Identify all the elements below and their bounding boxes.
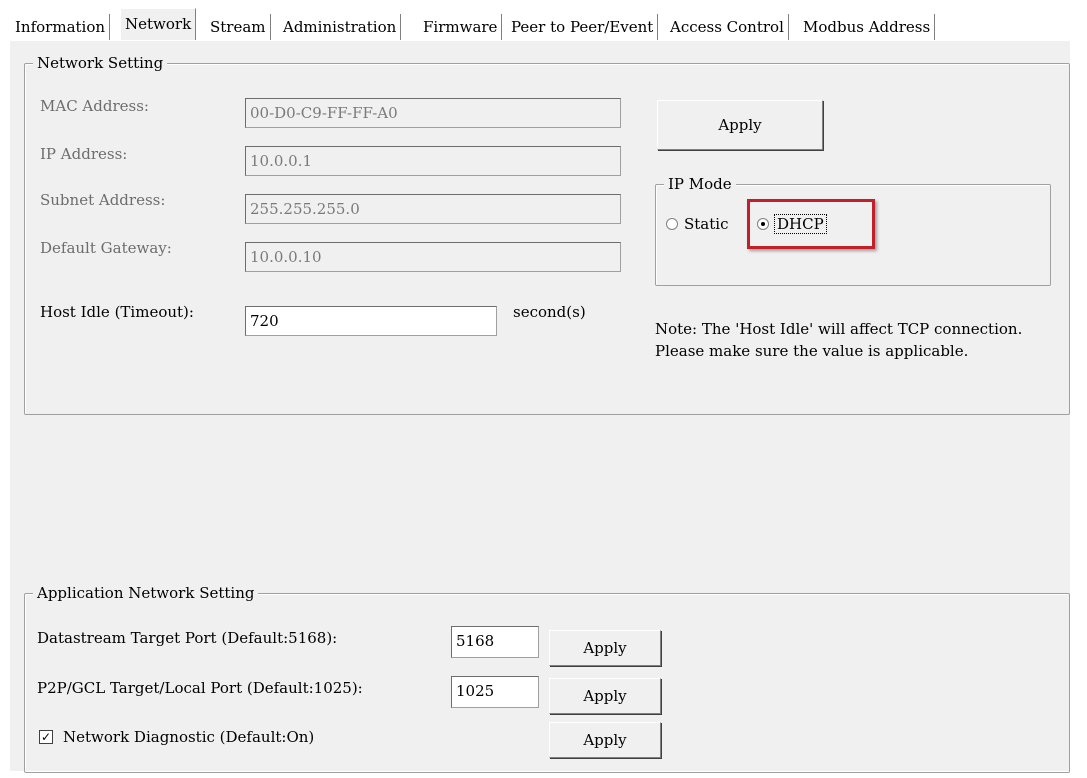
network-tab-panel: Network Setting MAC Address: 00-D0-C9-FF… <box>10 40 1070 773</box>
p2p-port-label: P2P/GCL Target/Local Port (Default:1025)… <box>37 679 363 697</box>
network-setting-title: Network Setting <box>33 53 168 73</box>
datastream-apply-button[interactable]: Apply <box>549 630 661 666</box>
network-diagnostic-label[interactable]: Network Diagnostic (Default:On) <box>63 727 314 747</box>
network-setting-group: Network Setting MAC Address: 00-D0-C9-FF… <box>24 53 1070 415</box>
tab-access-control[interactable]: Access Control <box>665 14 789 40</box>
mac-address-field: 00-D0-C9-FF-FF-A0 <box>245 98 621 128</box>
subnet-address-label: Subnet Address: <box>40 191 166 209</box>
ip-address-field: 10.0.0.1 <box>245 146 621 176</box>
note-line-1: Note: The 'Host Idle' will affect TCP co… <box>655 320 1023 338</box>
ip-address-label: IP Address: <box>40 145 128 163</box>
network-diagnostic-checkbox[interactable]: ✓ <box>39 730 53 744</box>
static-label[interactable]: Static <box>684 214 728 234</box>
mac-address-label: MAC Address: <box>40 97 149 115</box>
p2p-apply-button[interactable]: Apply <box>549 678 661 714</box>
host-idle-unit: second(s) <box>513 303 586 321</box>
dhcp-highlight-box <box>747 199 875 249</box>
diagnostic-apply-button[interactable]: Apply <box>549 722 661 758</box>
tab-network[interactable]: Network <box>120 8 197 43</box>
tab-peer-to-peer-event[interactable]: Peer to Peer/Event <box>506 14 659 40</box>
host-idle-label: Host Idle (Timeout): <box>40 303 194 321</box>
network-apply-button[interactable]: Apply <box>657 100 823 150</box>
tab-information[interactable]: Information <box>10 14 111 40</box>
application-network-setting-group: Application Network Setting Datastream T… <box>24 583 1070 773</box>
tab-modbus-address[interactable]: Modbus Address <box>798 14 936 40</box>
host-idle-input[interactable]: 720 <box>245 306 497 336</box>
subnet-address-field: 255.255.255.0 <box>245 194 621 224</box>
datastream-port-input[interactable]: 5168 <box>451 626 539 658</box>
tab-stream[interactable]: Stream <box>205 14 271 40</box>
datastream-port-label: Datastream Target Port (Default:5168): <box>37 629 338 647</box>
note-line-2: Please make sure the value is applicable… <box>655 342 969 360</box>
tab-administration[interactable]: Administration <box>278 14 402 40</box>
tab-firmware[interactable]: Firmware <box>418 14 503 40</box>
p2p-port-input[interactable]: 1025 <box>451 676 539 708</box>
ip-mode-title: IP Mode <box>664 174 736 194</box>
default-gateway-label: Default Gateway: <box>40 239 172 257</box>
static-radio[interactable] <box>666 218 678 230</box>
tab-bar: Information Network Stream Administratio… <box>10 8 1077 43</box>
default-gateway-field: 10.0.0.10 <box>245 242 621 272</box>
application-network-setting-title: Application Network Setting <box>33 583 259 603</box>
